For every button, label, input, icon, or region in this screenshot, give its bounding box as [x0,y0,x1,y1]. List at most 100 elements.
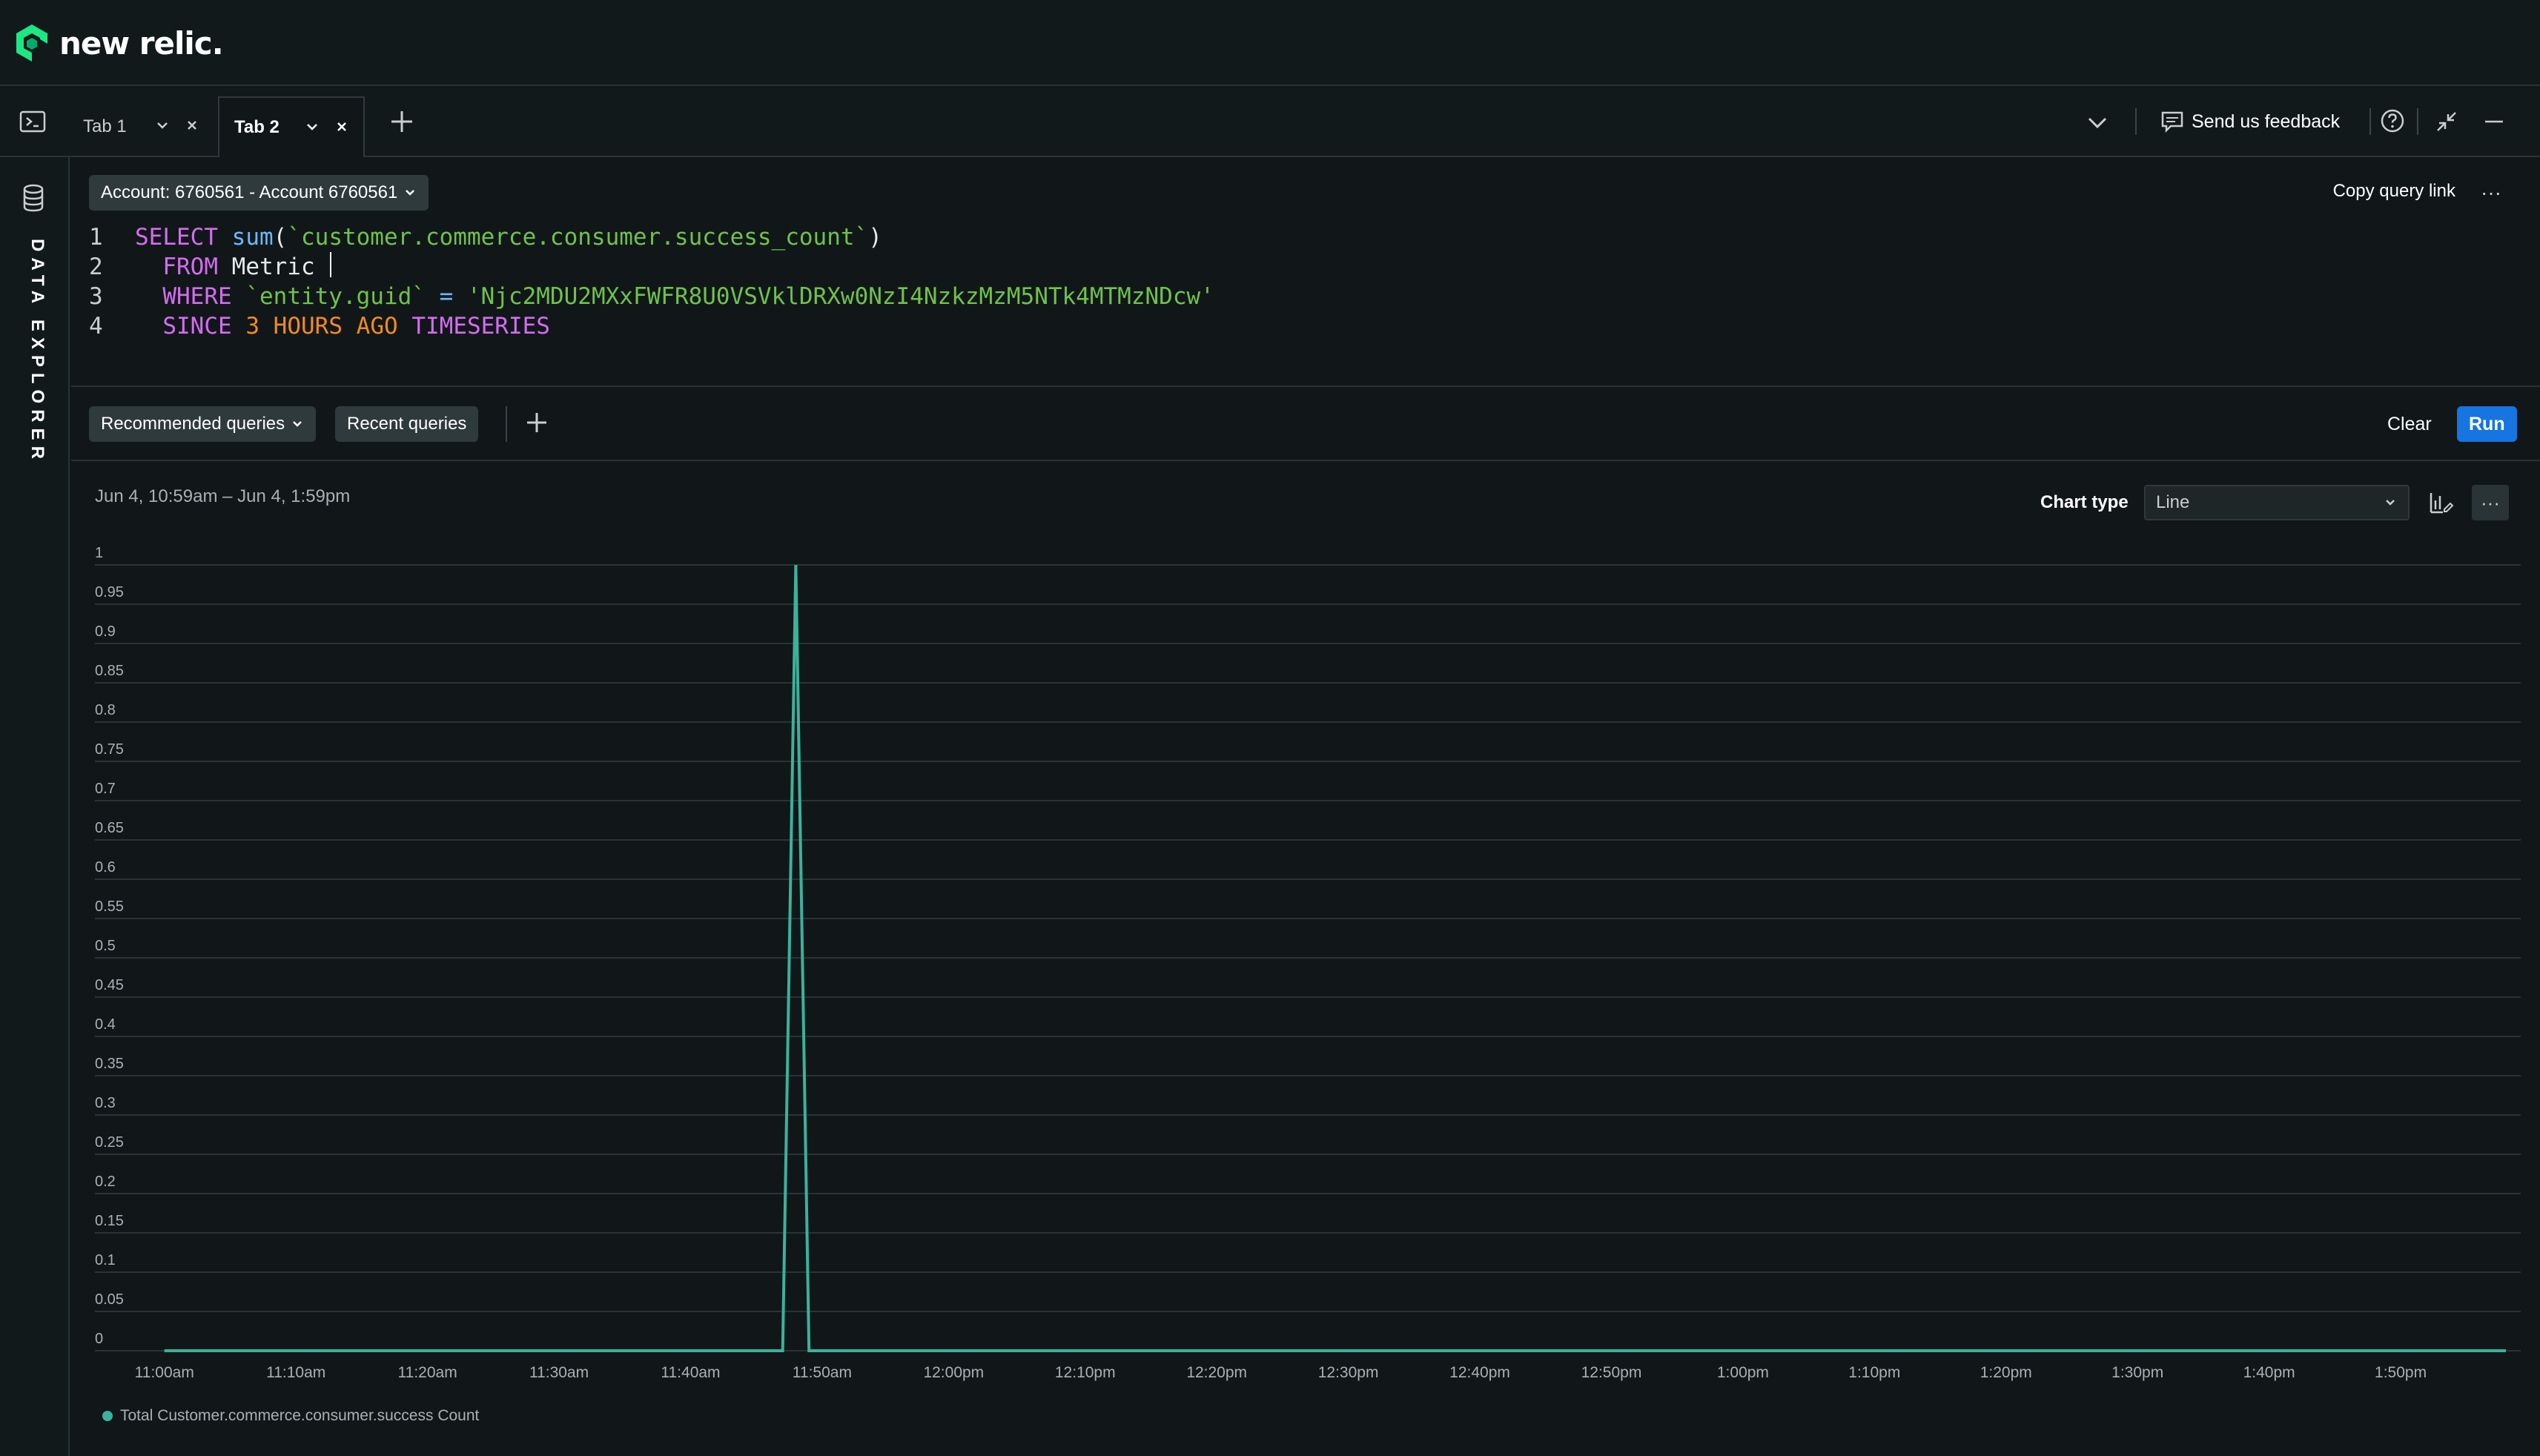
code-keyword: HOURS AGO [273,313,398,340]
more-options-button[interactable]: ··· [2481,181,2501,205]
code-line-3: 3 WHERE `entity.guid` = 'Njc2MDU2MXxFWFR… [89,282,2536,311]
chevron-down-icon [406,190,415,196]
chart-legend[interactable]: Total Customer.commerce.consumer.success… [102,1407,479,1425]
add-tab-plus-icon[interactable] [388,108,415,135]
code-string: 'Njc2MDU2MXxFWFR8U0VSVklDRXw0NzI4NzkzMzM… [466,283,1214,310]
x-tick-label: 1:10pm [1848,1364,1900,1381]
x-tick-label: 12:40pm [1449,1364,1510,1381]
code-keyword: SINCE [162,313,232,340]
logo-text: new relic. [59,24,224,62]
y-tick-label: 0.4 [95,1016,116,1033]
tab-1-label: Tab 1 [83,116,127,136]
chart-type-value: Line [2156,492,2190,512]
x-tick-label: 1:40pm [2243,1364,2295,1381]
y-tick-label: 0.1 [95,1252,116,1268]
chart-type-select[interactable]: Line [2144,485,2410,520]
account-selector[interactable]: Account: 6760561 - Account 6760561 [89,175,429,211]
tab-1[interactable]: Tab 1 [68,96,216,157]
copy-query-link-button[interactable]: Copy query link [2333,181,2455,202]
code-line-4: 4 SINCE 3 HOURS AGO TIMESERIES [89,311,2536,341]
line-number: 2 [89,254,103,280]
new-relic-logo[interactable]: new relic. [15,22,224,64]
code-operator: = [439,283,454,310]
date-range: Jun 4, 10:59am – Jun 4, 1:59pm [95,486,351,506]
code-paren: ) [868,224,882,251]
help-icon[interactable] [2380,108,2405,133]
y-tick-label: 0.8 [95,702,116,718]
toolbar-divider [2135,108,2137,135]
line-number: 1 [89,224,103,251]
chart-more-button[interactable]: ··· [2472,485,2509,520]
close-icon[interactable] [334,119,350,135]
code-keyword: WHERE [162,283,232,310]
code-keyword: FROM [162,254,218,280]
code-number: 3 [245,313,259,340]
nrql-editor[interactable]: 1 SELECT sum(`customer.commerce.consumer.… [89,222,2536,385]
run-button[interactable]: Run [2457,406,2517,442]
y-tick-label: 0.35 [95,1056,124,1072]
x-tick-label: 11:20am [398,1364,457,1381]
send-feedback-label: Send us feedback [2192,110,2341,132]
y-tick-label: 0.65 [95,820,124,836]
chevron-down-icon[interactable] [2085,111,2110,133]
tab-2[interactable]: Tab 2 [218,96,365,157]
x-tick-label: 11:50am [793,1364,852,1381]
x-tick-label: 11:10am [266,1364,325,1381]
send-feedback-button[interactable]: Send us feedback [2160,108,2340,135]
x-tick-label: 11:30am [529,1364,589,1381]
add-query-plus-icon[interactable] [523,409,550,436]
y-tick-label: 0.9 [95,623,116,640]
x-tick-label: 1:30pm [2111,1364,2163,1381]
y-tick-label: 0.25 [95,1134,124,1151]
y-tick-label: 0.95 [95,584,124,600]
y-tick-label: 0.3 [95,1095,116,1111]
code-string: `customer.commerce.consumer.success_coun… [287,224,869,251]
recommended-queries-label: Recommended queries [101,414,285,434]
y-tick-label: 0.6 [95,859,116,876]
code-paren: ( [273,224,288,251]
code-function: sum [231,224,274,251]
y-tick-label: 0.15 [95,1213,124,1229]
y-tick-label: 0 [95,1331,103,1347]
x-tick-label: 11:40am [661,1364,720,1381]
chevron-down-icon[interactable] [154,117,171,133]
x-tick-label: 1:00pm [1717,1364,1769,1381]
x-tick-label: 12:30pm [1318,1364,1379,1381]
text-cursor [330,252,332,277]
account-label: Account: 6760561 - Account 6760561 [101,182,398,202]
recent-queries-button[interactable]: Recent queries [335,406,479,442]
code-keyword: SELECT [135,224,218,251]
legend-swatch [102,1411,113,1421]
clear-button[interactable]: Clear [2387,414,2432,435]
tab-2-label: Tab 2 [234,117,280,137]
chevron-down-icon[interactable] [304,119,320,135]
recommended-queries-button[interactable]: Recommended queries [89,406,317,442]
console-icon[interactable] [19,110,46,133]
line-number: 4 [89,313,103,340]
close-icon[interactable] [184,117,200,133]
line-number: 3 [89,283,103,310]
divider [71,385,2540,387]
x-tick-label: 12:10pm [1055,1364,1116,1381]
chart-settings-button[interactable] [2423,485,2460,520]
top-header: new relic. [0,0,2540,86]
data-explorer-label[interactable]: DATA EXPLORER [27,239,47,465]
divider [506,406,507,442]
new-relic-logo-icon [16,24,47,62]
line-chart: 0 0.05 0.1 0.15 0.2 0.25 0.3 0.35 0.4 0.45 0.5 0.55… [95,545,2521,1381]
x-tick-label: 1:20pm [1980,1364,2032,1381]
legend-label: Total Customer.commerce.consumer.success… [120,1407,480,1424]
y-tick-label: 0.75 [95,741,124,758]
x-tick-label: 12:00pm [923,1364,984,1381]
code-line-2: 2 FROM Metric [89,252,2536,282]
chevron-down-icon [2386,500,2395,506]
toolbar-divider [2417,108,2418,135]
y-tick-label: 0.85 [95,663,124,679]
database-icon[interactable] [21,184,46,212]
query-tabs-bar: Tab 1 Tab 2 [0,87,2540,157]
collapse-icon[interactable] [2435,110,2458,133]
y-tick-label: 0.45 [95,977,124,993]
x-tick-label: 12:20pm [1186,1364,1247,1381]
minimize-icon[interactable] [2482,110,2506,133]
y-tick-label: 0.05 [95,1291,124,1308]
